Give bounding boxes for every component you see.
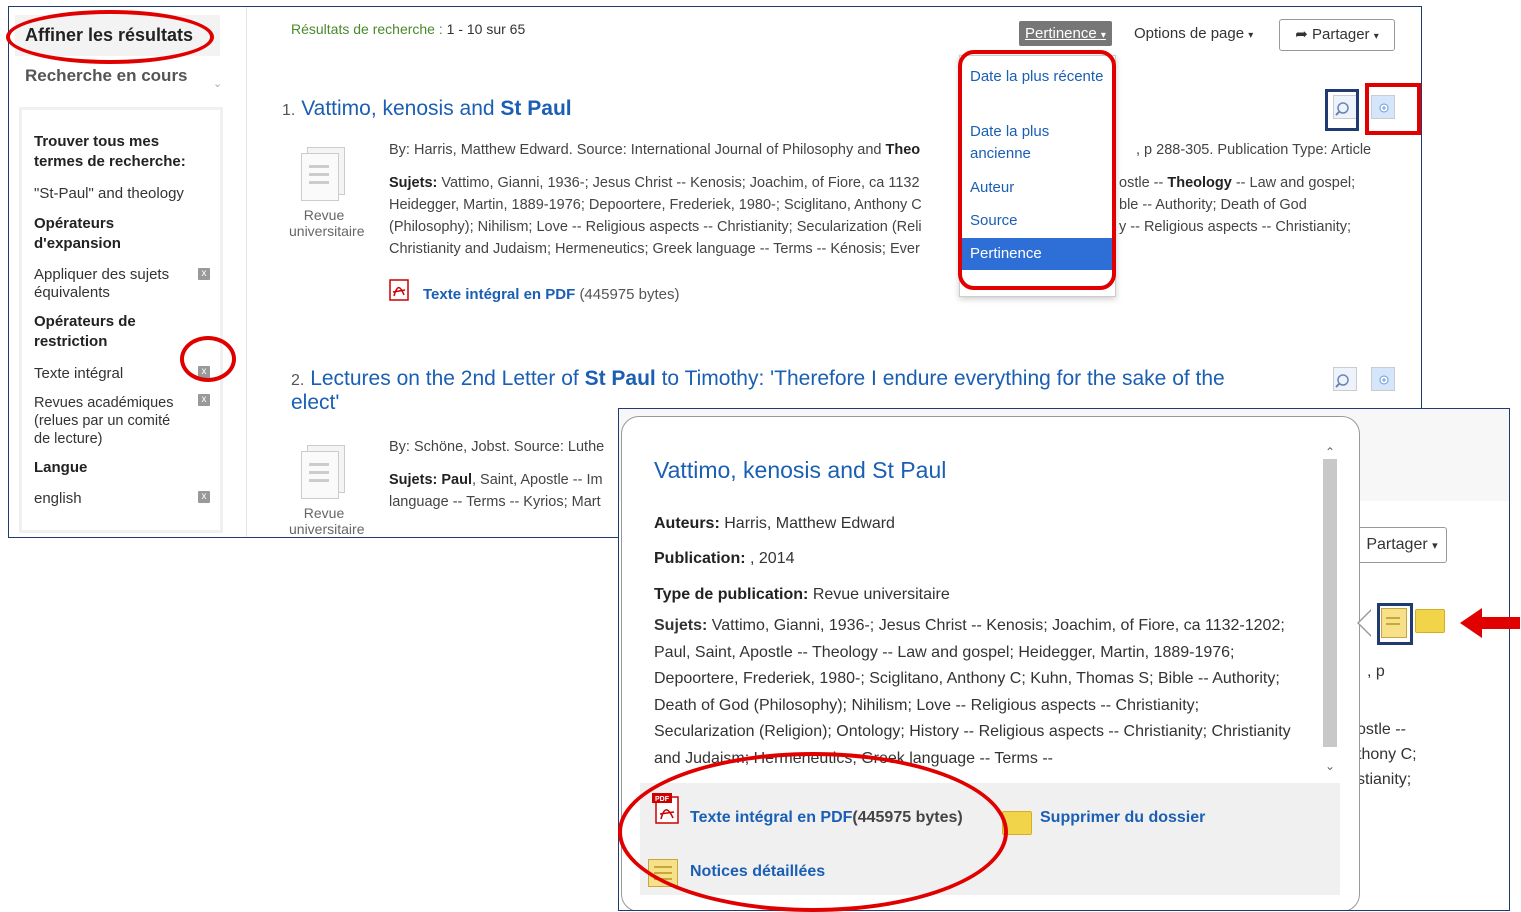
result-number: 1. xyxy=(282,102,296,119)
sidebar-divider xyxy=(246,7,247,537)
popup-authors: Auteurs: Harris, Matthew Edward xyxy=(654,515,895,532)
background-text-fragment: thony C; xyxy=(1357,746,1417,763)
share-icon: ➦ xyxy=(1295,26,1308,43)
scroll-thumb[interactable] xyxy=(1323,459,1337,747)
result-1-subjects: Sujets: Vattimo, Gianni, 1936-; Jesus Ch… xyxy=(389,175,1356,191)
result-1-subjects-2: Heidegger, Martin, 1889-1976; Depoortere… xyxy=(389,197,1307,213)
title-text: elect' xyxy=(291,391,340,414)
popup-title[interactable]: Vattimo, kenosis and St Paul xyxy=(654,457,946,484)
search-term-link[interactable]: "St-Paul" and theology xyxy=(34,185,184,203)
chevron-down-icon[interactable]: ⌄ xyxy=(213,77,222,90)
annotation-circle xyxy=(6,10,214,64)
result-1-doc-type: Revue universitaire xyxy=(289,207,365,239)
refine-sidebar: Affiner les résultats Recherche en cours… xyxy=(15,15,223,533)
share-label: Partager xyxy=(1312,26,1370,43)
result-1-subjects-4: Christianity and Judaism; Hermeneutics; … xyxy=(389,241,920,257)
result-1-title[interactable]: 1. Vattimo, kenosis and St Paul xyxy=(282,97,572,121)
sort-dropdown-button[interactable]: Pertinence ▾ xyxy=(1019,21,1112,46)
expanders-heading: Opérateurs d'expansion xyxy=(34,215,121,252)
result-2-doc-type: Revue universitaire xyxy=(289,505,365,537)
popup-scrollbar[interactable]: ⌃ ⌄ xyxy=(1321,445,1339,777)
annotation-rect xyxy=(1365,83,1421,135)
expander-item: Appliquer des sujets équivalents xyxy=(34,266,170,301)
language-value: english xyxy=(34,490,82,507)
title-highlight: St Paul xyxy=(584,367,656,390)
result-1-pdf-link[interactable]: Texte intégral en PDF (445975 bytes) xyxy=(423,286,680,303)
result-2-subjects-2: language -- Terms -- Kyrios; Mart xyxy=(389,494,601,510)
document-thumbnail-icon xyxy=(301,147,345,203)
remove-expander-icon[interactable]: x xyxy=(198,268,210,280)
limiters-heading: Opérateurs de restriction xyxy=(34,313,136,350)
annotation-circle xyxy=(618,752,1008,912)
document-thumbnail-icon xyxy=(301,445,345,501)
title-text: Lectures on the 2nd Letter of xyxy=(310,367,579,390)
result-2-subjects: Sujets: Paul, Saint, Apostle -- Im xyxy=(389,472,603,488)
current-search-box: Trouver tous mes termes de recherche: "S… xyxy=(19,107,223,533)
arrow-left-icon xyxy=(1460,608,1520,638)
result-1-subjects-3: (Philosophy); Nihilism; Love -- Religiou… xyxy=(389,219,1352,235)
results-label: Résultats de recherche : xyxy=(291,21,443,37)
sort-label: Pertinence xyxy=(1025,25,1097,42)
title-text: to Timothy: 'Therefore I endure everythi… xyxy=(661,367,1225,390)
title-text: Vattimo, kenosis and xyxy=(301,97,495,120)
share-button[interactable]: ➦ Partager ▾ xyxy=(1279,19,1395,51)
scroll-up-icon[interactable]: ⌃ xyxy=(1325,445,1335,459)
caret-down-icon: ▾ xyxy=(1100,30,1106,41)
popup-publication: Publication: , 2014 xyxy=(654,550,795,567)
popup-pointer-fill xyxy=(1359,610,1372,636)
results-summary: Résultats de recherche : 1 - 10 sur 65 xyxy=(291,21,525,37)
result-2-byline: By: Schöne, Jobst. Source: Luthe xyxy=(389,439,605,455)
caret-down-icon: ▾ xyxy=(1373,31,1379,42)
add-to-folder-icon[interactable] xyxy=(1371,367,1395,391)
language-heading: Langue xyxy=(34,459,88,476)
background-text-fragment: stianity; xyxy=(1357,771,1412,788)
annotation-circle xyxy=(180,336,236,382)
results-count: 1 - 10 sur 65 xyxy=(446,21,526,37)
annotation-highlight xyxy=(1325,89,1359,131)
folder-icon[interactable] xyxy=(1415,609,1445,633)
caret-down-icon: ▾ xyxy=(1248,30,1254,41)
find-all-heading: Trouver tous mes termes de recherche: xyxy=(34,133,186,170)
annotation-highlight xyxy=(1377,603,1413,645)
limiter-fulltext: Texte intégral xyxy=(34,365,124,382)
remove-language-icon[interactable]: x xyxy=(198,491,210,503)
popup-type: Type de publication: Revue universitaire xyxy=(654,586,950,603)
popup-subjects: Sujets: Vattimo, Gianni, 1936-; Jesus Ch… xyxy=(654,617,1291,767)
result-number: 2. xyxy=(291,372,305,389)
background-text-fragment: , p xyxy=(1367,663,1385,680)
limiter-academic: Revues académiques (relues par un comité… xyxy=(34,395,174,447)
preview-icon[interactable] xyxy=(1333,367,1357,391)
scroll-down-icon[interactable]: ⌄ xyxy=(1325,759,1335,773)
page-options-button[interactable]: Options de page ▾ xyxy=(1134,25,1253,42)
page-options-label: Options de page xyxy=(1134,25,1245,42)
remove-academic-icon[interactable]: x xyxy=(198,394,210,406)
result-1-byline: By: Harris, Matthew Edward. Source: Inte… xyxy=(389,142,1372,158)
annotation-rect xyxy=(958,50,1116,290)
background-text-fragment: ostle -- xyxy=(1357,721,1406,738)
remove-from-folder-link[interactable]: Supprimer du dossier xyxy=(1040,809,1205,827)
title-highlight: St Paul xyxy=(500,97,572,120)
share-button-background[interactable]: Partager ▾ xyxy=(1357,527,1447,563)
pdf-icon xyxy=(389,279,409,301)
